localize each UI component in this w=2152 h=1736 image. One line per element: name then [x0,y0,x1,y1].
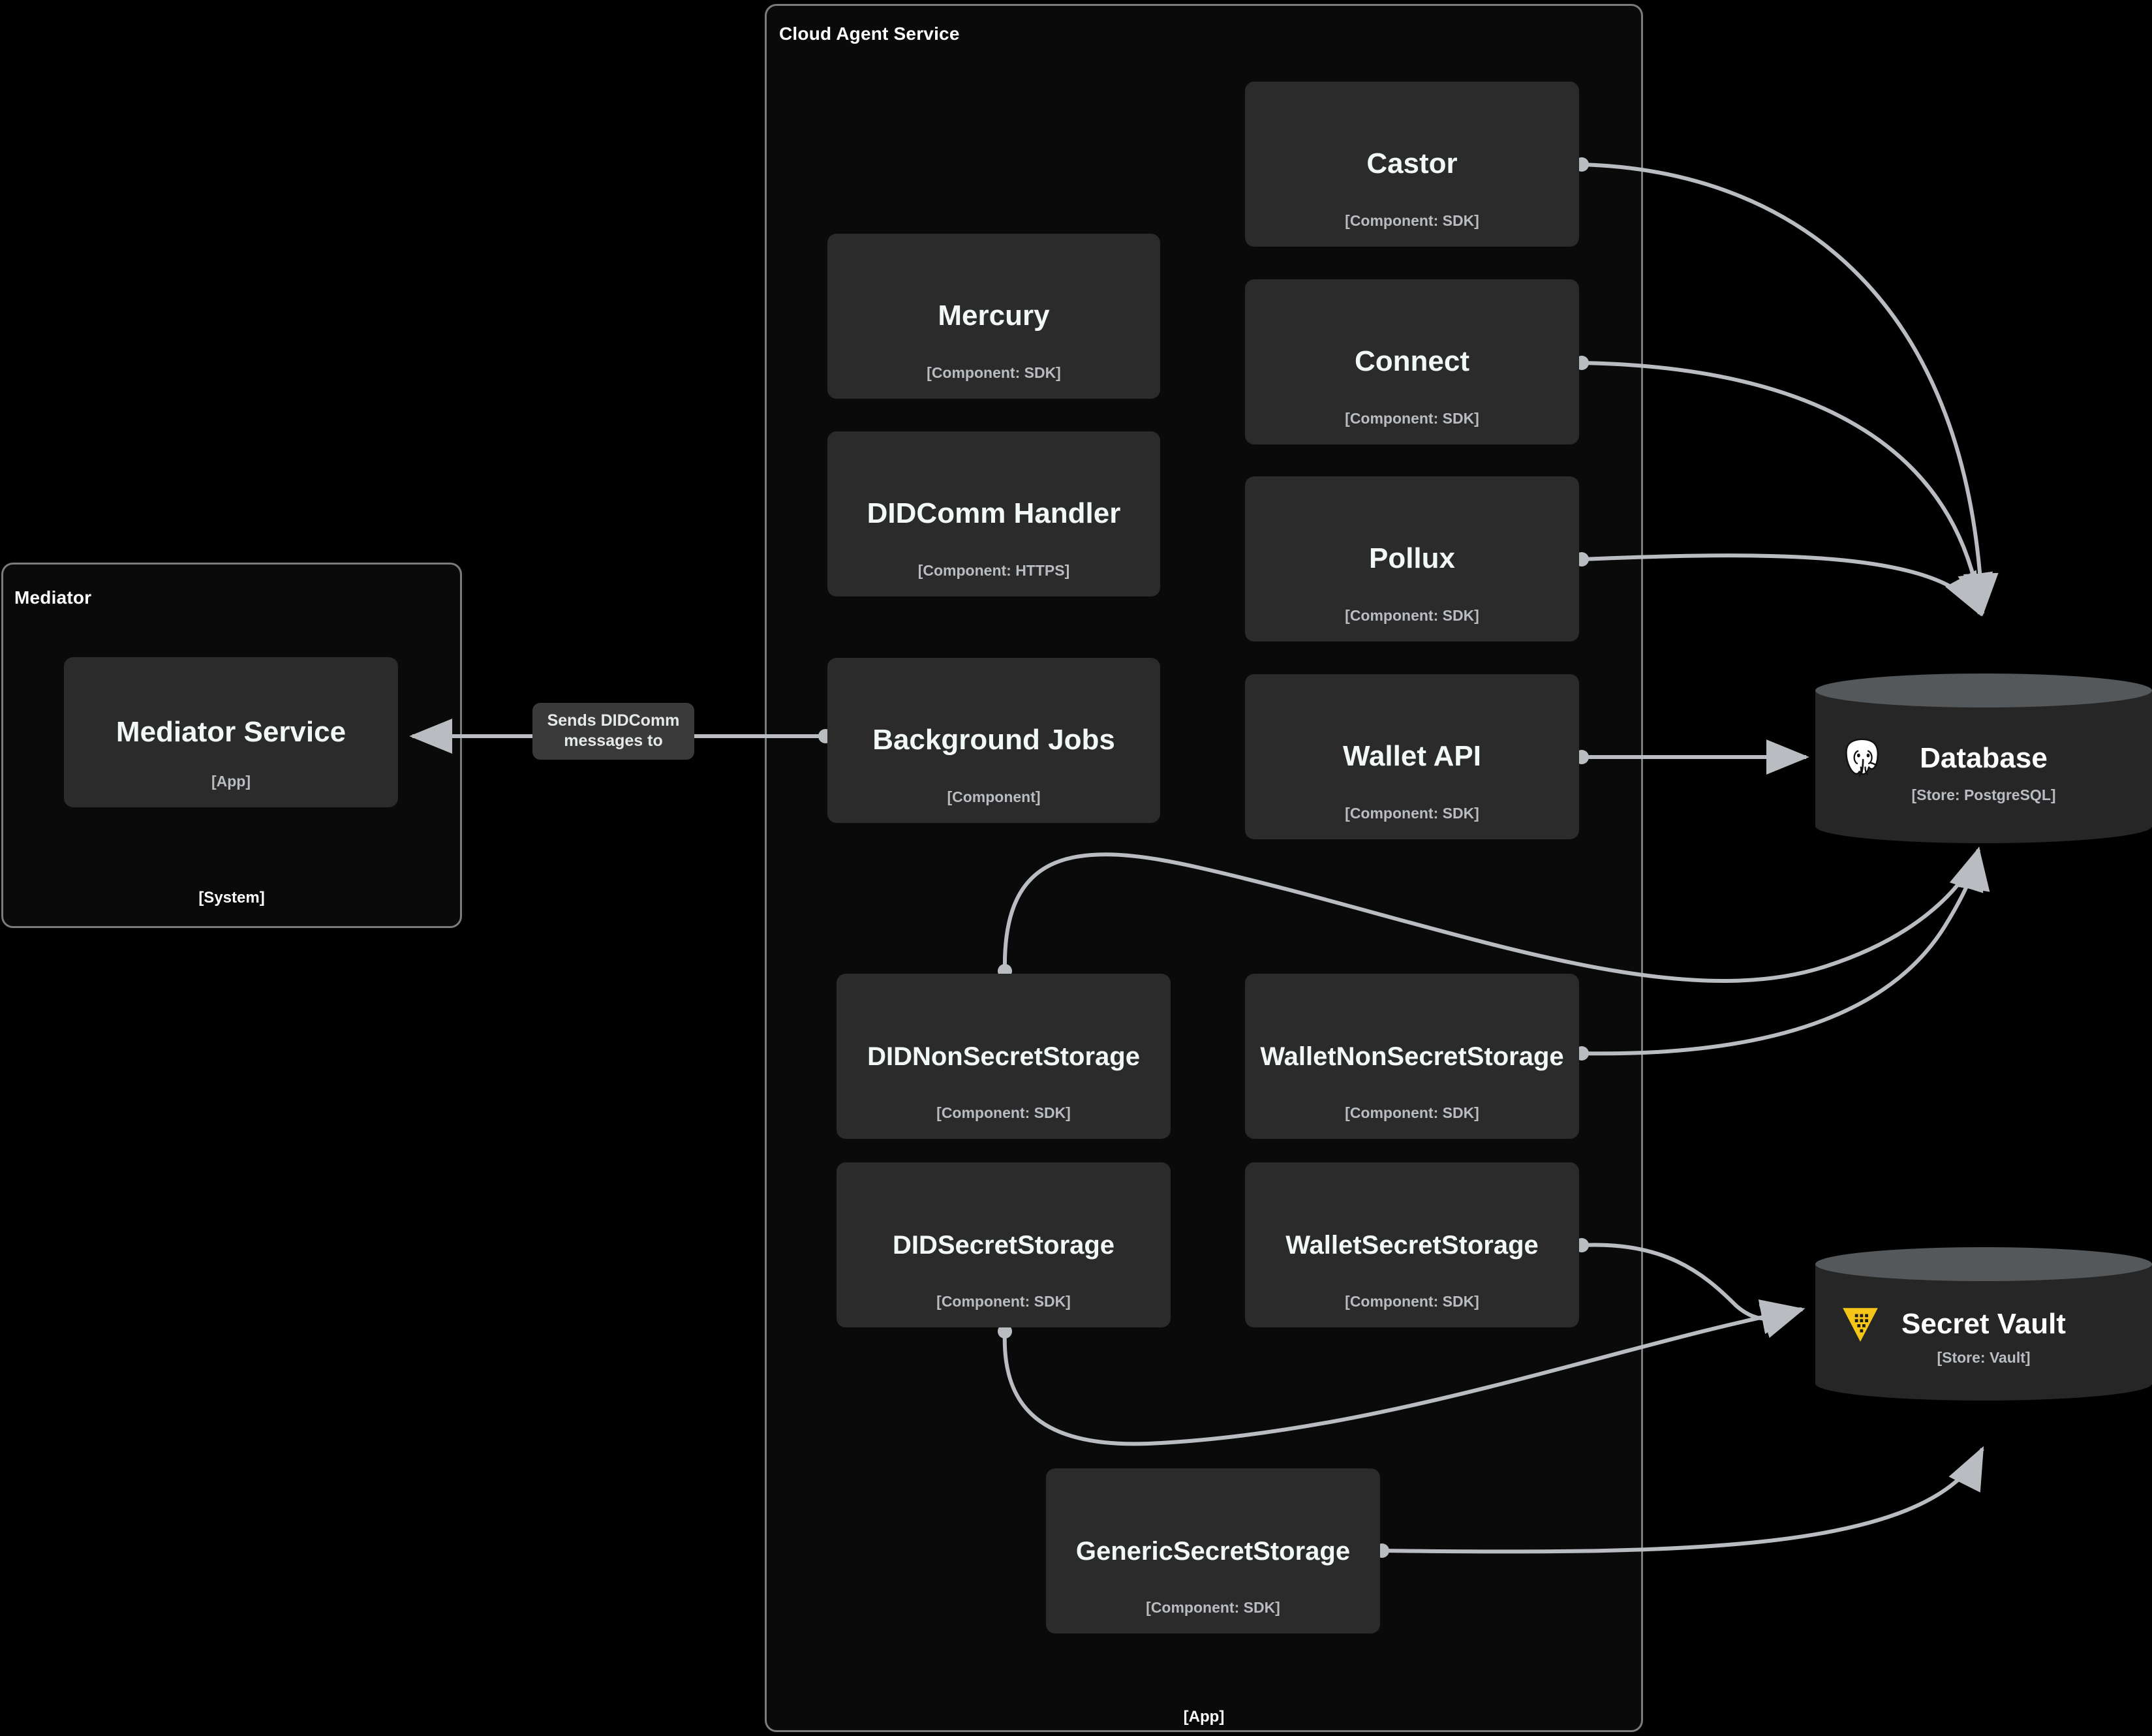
node-did-secret-storage-title: DIDSecretStorage [892,1230,1115,1260]
node-did-non-secret-storage[interactable]: DIDNonSecretStorage [Component: SDK] [837,974,1171,1139]
node-generic-secret-storage[interactable]: GenericSecretStorage [Component: SDK] [1046,1468,1380,1634]
node-castor[interactable]: Castor [Component: SDK] [1245,82,1579,247]
node-mercury-subtitle: [Component: SDK] [927,364,1061,381]
store-database-title: Database [1920,742,2048,774]
node-did-non-secret-storage-title: DIDNonSecretStorage [867,1042,1140,1071]
boundary-mediator-title: Mediator [14,587,92,608]
node-connect-subtitle: [Component: SDK] [1345,410,1479,427]
node-mercury[interactable]: Mercury [Component: SDK] [827,234,1160,399]
store-secret-vault-title: Secret Vault [1901,1307,2066,1340]
store-secret-vault-subtitle: [Store: Vault] [1937,1349,2031,1366]
node-pollux-title: Pollux [1368,542,1456,575]
postgresql-elephant-icon [1845,738,1879,777]
node-mediator-service[interactable]: Mediator Service [App] [64,657,398,807]
node-wallet-non-secret-storage-title: WalletNonSecretStorage [1260,1042,1564,1071]
node-wallet-secret-storage-subtitle: [Component: SDK] [1345,1293,1479,1310]
node-didcomm-handler-subtitle: [Component: HTTPS] [917,562,1070,579]
store-secret-vault[interactable]: Secret Vault [Store: Vault] [1815,1247,2152,1401]
node-background-jobs-subtitle: [Component] [947,788,1041,805]
boundary-cloud-agent-service-title: Cloud Agent Service [779,23,960,44]
node-did-secret-storage[interactable]: DIDSecretStorage [Component: SDK] [837,1162,1171,1327]
node-wallet-api-subtitle: [Component: SDK] [1345,805,1479,822]
node-connect[interactable]: Connect [Component: SDK] [1245,279,1579,444]
vault-triangle-icon [1843,1307,1878,1342]
node-background-jobs-title: Background Jobs [872,724,1115,756]
node-generic-secret-storage-title: GenericSecretStorage [1075,1536,1351,1566]
node-wallet-secret-storage-title: WalletSecretStorage [1285,1230,1539,1260]
node-background-jobs[interactable]: Background Jobs [Component] [827,658,1160,823]
node-connect-title: Connect [1355,345,1469,378]
node-mercury-title: Mercury [938,300,1050,332]
boundary-cloud-agent-service-type: [App] [1183,1708,1225,1726]
node-pollux[interactable]: Pollux [Component: SDK] [1245,476,1579,642]
node-castor-title: Castor [1366,147,1458,180]
node-wallet-secret-storage[interactable]: WalletSecretStorage [Component: SDK] [1245,1162,1579,1327]
store-database-subtitle: [Store: PostgreSQL] [1911,786,2056,803]
node-wallet-api[interactable]: Wallet API [Component: SDK] [1245,674,1579,839]
node-wallet-api-title: Wallet API [1343,740,1481,773]
boundary-mediator-type: [System] [198,889,265,907]
node-did-non-secret-storage-subtitle: [Component: SDK] [936,1104,1071,1121]
node-didcomm-handler[interactable]: DIDComm Handler [Component: HTTPS] [827,431,1160,597]
node-didcomm-handler-title: DIDComm Handler [867,497,1121,530]
store-database[interactable]: Database [Store: PostgreSQL] [1815,674,2152,843]
node-pollux-subtitle: [Component: SDK] [1345,607,1479,624]
node-castor-subtitle: [Component: SDK] [1345,212,1479,229]
node-wallet-non-secret-storage-subtitle: [Component: SDK] [1345,1104,1479,1121]
node-mediator-service-title: Mediator Service [115,715,346,748]
node-did-secret-storage-subtitle: [Component: SDK] [936,1293,1071,1310]
node-generic-secret-storage-subtitle: [Component: SDK] [1146,1599,1280,1616]
node-mediator-service-subtitle: [App] [211,773,251,790]
edge-label-sends-didcomm-messages-to: Sends DIDComm messages to [532,703,694,760]
architecture-diagram-canvas: Mediator [System] Cloud Agent Service [A… [0,0,2152,1736]
node-wallet-non-secret-storage[interactable]: WalletNonSecretStorage [Component: SDK] [1245,974,1579,1139]
